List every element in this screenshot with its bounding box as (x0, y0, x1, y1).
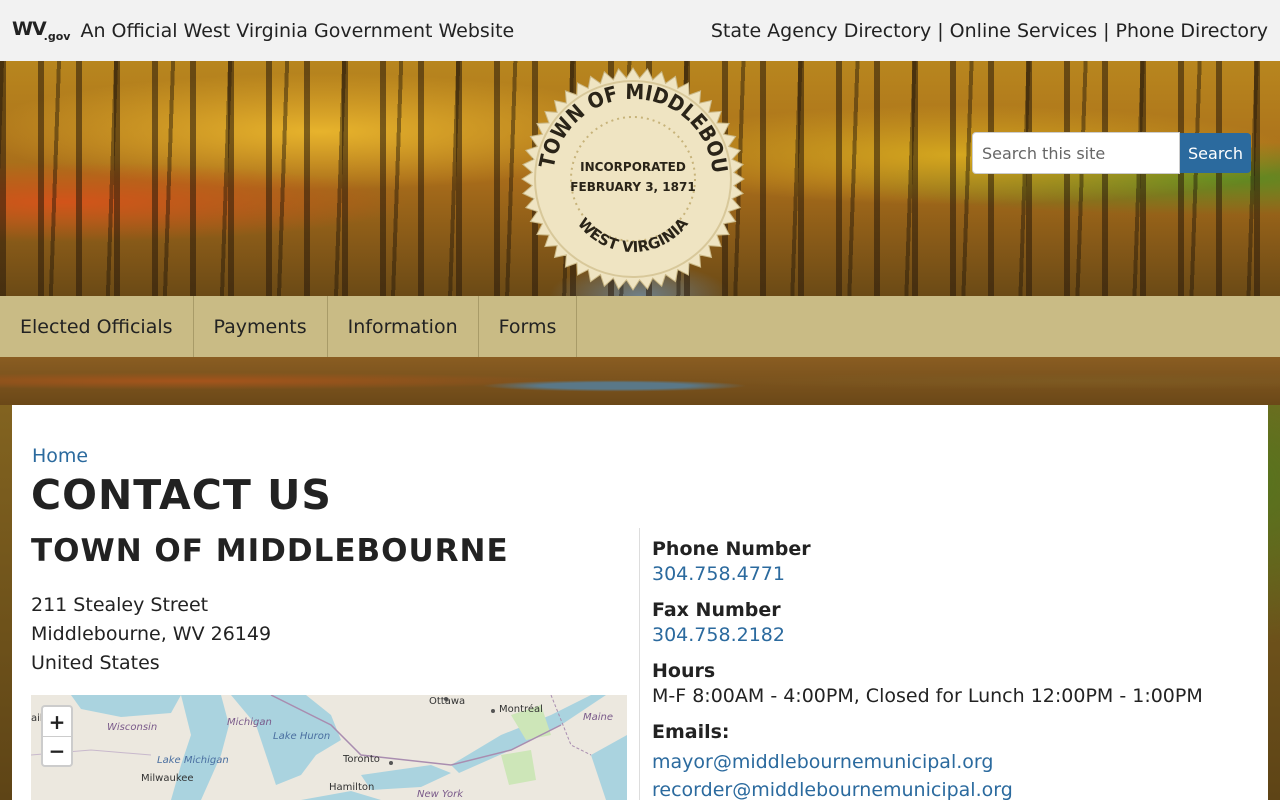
address-city: Middlebourne, WV 26149 (31, 623, 272, 645)
seal-line2: FEBRUARY 3, 1871 (570, 180, 695, 194)
map-label-michigan: Michigan (227, 717, 272, 728)
address-country: United States (31, 652, 160, 674)
map-label-hamilton: Hamilton (329, 782, 375, 793)
site-search: Search (972, 132, 1251, 174)
wv-logo-text: WV (12, 17, 47, 40)
hero-banner: THE TOWN OF MIDDLEBOURNE INCORPORATED FE… (0, 61, 1280, 296)
state-agency-directory-link[interactable]: State Agency Directory (711, 20, 931, 42)
hours-block: Hours M-F 8:00AM - 4:00PM, Closed for Lu… (652, 659, 1252, 709)
column-divider (639, 528, 640, 800)
postal-address: 211 Stealey Street Middlebourne, WV 2614… (31, 591, 627, 678)
online-services-link[interactable]: Online Services (950, 20, 1097, 42)
email-recorder-link[interactable]: recorder@middlebournemunicipal.org (652, 776, 1252, 800)
search-button[interactable]: Search (1180, 133, 1251, 173)
email-mayor-link[interactable]: mayor@middlebournemunicipal.org (652, 748, 1252, 776)
main-nav: Elected Officials Payments Information F… (0, 296, 1280, 357)
phone-block: Phone Number 304.758.4771 (652, 537, 1252, 587)
emails-label: Emails: (652, 721, 730, 743)
page-title: CONTACT US (31, 471, 332, 519)
contact-details: Phone Number 304.758.4771 Fax Number 304… (652, 537, 1252, 800)
map-label-ottawa: Ottawa (429, 696, 466, 707)
map-zoom-controls: + − (41, 705, 73, 767)
map-label-milwaukee: Milwaukee (141, 773, 194, 784)
top-utility-bar: WV .gov An Official West Virginia Govern… (0, 0, 1280, 61)
organization-name: TOWN OF MIDDLEBOURNE (31, 533, 509, 569)
fax-link[interactable]: 304.758.2182 (652, 624, 785, 646)
search-input[interactable] (972, 132, 1180, 174)
nav-elected-officials[interactable]: Elected Officials (0, 296, 194, 357)
wv-gov-logo[interactable]: WV .gov (12, 17, 71, 43)
official-site-banner: WV .gov An Official West Virginia Govern… (12, 17, 515, 43)
map-label-new-york: New York (417, 789, 464, 800)
breadcrumb-home-link[interactable]: Home (32, 445, 88, 467)
map-label-montreal: Montréal (499, 704, 543, 715)
address-column: TOWN OF MIDDLEBOURNE 211 Stealey Street … (31, 533, 627, 678)
zoom-in-button[interactable]: + (43, 707, 71, 736)
nav-payments[interactable]: Payments (194, 296, 328, 357)
phone-link[interactable]: 304.758.4771 (652, 563, 785, 585)
town-seal-logo[interactable]: THE TOWN OF MIDDLEBOURNE INCORPORATED FE… (521, 67, 745, 291)
map-label-wisconsin: Wisconsin (107, 722, 158, 733)
hours-label: Hours (652, 660, 716, 682)
location-map[interactable]: Ottawa Montréal Maine Wisconsin Michigan… (31, 695, 627, 800)
nav-forms[interactable]: Forms (479, 296, 578, 357)
hero-background-band (0, 357, 1280, 405)
map-label-maine: Maine (583, 712, 614, 723)
address-street: 211 Stealey Street (31, 594, 209, 616)
seal-line1: INCORPORATED (580, 160, 686, 174)
phone-directory-link[interactable]: Phone Directory (1116, 20, 1268, 42)
map-label-lake-michigan: Lake Michigan (157, 755, 229, 766)
content-panel: Home CONTACT US TOWN OF MIDDLEBOURNE 211… (12, 405, 1268, 800)
fax-block: Fax Number 304.758.2182 (652, 598, 1252, 648)
link-separator: | (937, 19, 944, 42)
state-links: State Agency Directory | Online Services | P… (711, 20, 1268, 42)
hours-text: M-F 8:00AM - 4:00PM, Closed for Lunch 12… (652, 685, 1203, 707)
map-label-toronto: Toronto (343, 754, 380, 765)
map-label-lake-huron: Lake Huron (273, 731, 331, 742)
phone-label: Phone Number (652, 538, 811, 560)
zoom-out-button[interactable]: − (43, 736, 71, 765)
emails-block: Emails: mayor@middlebournemunicipal.org … (652, 720, 1252, 800)
gov-logo-text: .gov (43, 29, 71, 43)
official-website-text: An Official West Virginia Government Web… (80, 19, 515, 42)
nav-information[interactable]: Information (328, 296, 479, 357)
fax-label: Fax Number (652, 599, 781, 621)
link-separator: | (1103, 19, 1110, 42)
